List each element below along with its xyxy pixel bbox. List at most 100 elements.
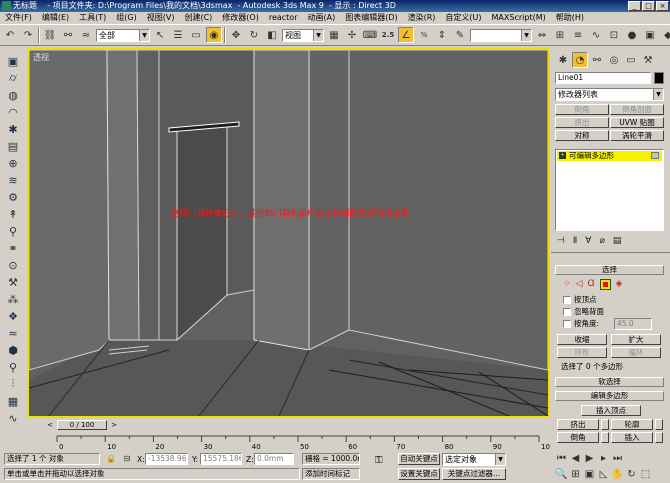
menu-modifiers[interactable]: 修改器(O) — [217, 12, 264, 24]
lock-selection-icon[interactable]: 🔒 — [104, 452, 118, 465]
maximize-button[interactable]: □ — [642, 1, 655, 11]
orbit-icon[interactable]: ↻ — [625, 468, 638, 480]
configure-sets-icon[interactable]: ▤ — [613, 236, 622, 246]
time-prev-button[interactable]: < — [45, 420, 55, 430]
rigid-body-icon[interactable]: ⬢ — [4, 343, 22, 357]
track-bar[interactable]: 0 10 20 30 40 50 60 70 80 90 100 — [27, 432, 554, 452]
grow-button[interactable]: 扩大 — [611, 334, 661, 345]
pin-stack-icon[interactable]: ⊣ — [557, 236, 565, 246]
time-slider[interactable]: < 0 / 100 > — [27, 419, 550, 431]
selected-set-dropdown[interactable]: 选定对象 ▼ — [442, 453, 506, 466]
maximize-viewport-icon[interactable]: ⬚ — [639, 468, 652, 480]
mod-bevel-button[interactable]: 倒角 — [555, 104, 609, 115]
soft-selection-rollout-header[interactable]: 软选择 — [555, 377, 664, 387]
shrink-button[interactable]: 收缩 — [557, 334, 607, 345]
polygon-level-icon[interactable] — [599, 279, 611, 290]
create-sphere-icon[interactable]: ◍ — [4, 88, 22, 102]
utilities-tab-icon[interactable]: ⚒ — [640, 52, 656, 68]
key-icon[interactable]: ⚿ — [375, 456, 383, 466]
add-time-tag[interactable]: 添加时间标记 — [302, 468, 360, 480]
menu-views[interactable]: 视图(V) — [142, 12, 180, 24]
biped-icon[interactable]: ⚲ — [4, 360, 22, 374]
select-rotate-icon[interactable]: ↻ — [246, 27, 262, 43]
align-icon[interactable]: ⊞ — [552, 27, 568, 43]
z-coordinate-field[interactable]: 0.0mm — [254, 453, 294, 465]
pan-icon[interactable]: ✋ — [611, 468, 624, 480]
render-scene-icon[interactable]: ▣ — [642, 27, 658, 43]
rectangular-selection-icon[interactable]: ▭ — [188, 27, 204, 43]
remove-modifier-icon[interactable]: ⌀ — [599, 236, 604, 246]
select-manipulate-icon[interactable]: ✢ — [344, 27, 360, 43]
material-editor-icon[interactable]: ● — [624, 27, 640, 43]
modifier-list-dropdown[interactable]: 修改器列表 ▼ — [555, 88, 664, 101]
menu-tools[interactable]: 工具(T) — [74, 12, 111, 24]
inset-button[interactable]: 插入 — [611, 432, 653, 443]
select-by-name-icon[interactable]: ☰ — [170, 27, 186, 43]
edit-named-selection-icon[interactable]: ✎ — [452, 27, 468, 43]
bevel-button[interactable]: 倒角 — [557, 432, 599, 443]
create-shape-icon[interactable]: ◠ — [4, 105, 22, 119]
time-slider-thumb[interactable]: 0 / 100 — [57, 420, 107, 430]
perspective-viewport[interactable]: 透视 这样门洞就做好了，其他的门洞和窗户都用相同的方法制作出来 — [27, 48, 550, 418]
mod-extrude-button[interactable]: 挤出 — [555, 117, 609, 128]
utilities-icon[interactable]: ⚒ — [4, 275, 22, 289]
expand-icon[interactable]: + — [559, 152, 566, 159]
mod-turbosmooth-button[interactable]: 涡轮平滑 — [610, 130, 664, 141]
vertex-level-icon[interactable]: ⁘ — [563, 279, 571, 290]
create-cylinder-icon[interactable]: ⌭ — [4, 71, 22, 85]
snap-toggle-icon[interactable]: 2.5 — [380, 27, 396, 43]
absolute-mode-icon[interactable]: ⊟ — [120, 452, 134, 465]
menu-group[interactable]: 组(G) — [111, 12, 141, 24]
dynamics-icon[interactable]: ❖ — [4, 309, 22, 323]
by-vertex-checkbox[interactable] — [563, 296, 571, 304]
hierarchy-tab-icon[interactable]: ⚯ — [589, 52, 605, 68]
zoom-extents-icon[interactable]: ▣ — [583, 468, 596, 480]
mod-symmetry-button[interactable]: 对称 — [555, 130, 609, 141]
motion-tab-icon[interactable]: ◎ — [606, 52, 622, 68]
create-light-icon[interactable]: ✱ — [4, 122, 22, 136]
previous-frame-icon[interactable]: ◀ — [569, 452, 582, 464]
minimize-button[interactable]: _ — [628, 1, 641, 11]
zoom-all-icon[interactable]: ⊞ — [569, 468, 582, 480]
time-next-button[interactable]: > — [109, 420, 119, 430]
element-level-icon[interactable]: ◈ — [616, 279, 623, 290]
menu-file[interactable]: 文件(F) — [0, 12, 37, 24]
go-to-start-icon[interactable]: ⏮ — [555, 452, 568, 464]
bones-icon[interactable]: ⫶ — [4, 377, 22, 391]
modifier-icon[interactable]: ↟ — [4, 207, 22, 221]
border-level-icon[interactable]: Ɑ — [587, 279, 594, 290]
menu-create[interactable]: 创建(C) — [179, 12, 217, 24]
stack-item-editable-poly[interactable]: + 可编辑多边形 — [557, 151, 662, 161]
zoom-icon[interactable]: 🔍 — [555, 468, 568, 480]
outline-settings-icon[interactable] — [655, 419, 663, 430]
link-icon[interactable]: ⛓ — [42, 27, 58, 43]
mod-bevel-profile-button[interactable]: 倒角剖面 — [610, 104, 664, 115]
create-tab-icon[interactable]: ✱ — [555, 52, 571, 68]
selection-rollout-header[interactable]: 选择 — [555, 265, 664, 275]
menu-graph-editors[interactable]: 图表编辑器(D) — [340, 12, 402, 24]
spacewarp-icon[interactable]: ≋ — [4, 173, 22, 187]
menu-reactor[interactable]: reactor — [264, 12, 303, 24]
undo-icon[interactable]: ↶ — [2, 27, 18, 43]
go-to-end-icon[interactable]: ⏭ — [611, 452, 624, 464]
viewport-label[interactable]: 透视 — [33, 52, 49, 63]
show-end-result-icon[interactable]: Ⅱ — [573, 236, 577, 246]
pivot-center-icon[interactable]: ▦ — [326, 27, 342, 43]
create-camera-icon[interactable]: ▤ — [4, 139, 22, 153]
redo-icon[interactable]: ↷ — [20, 27, 36, 43]
menu-animation[interactable]: 动画(A) — [302, 12, 340, 24]
x-coordinate-field[interactable]: -13538.96 — [145, 453, 188, 465]
hierarchy-icon[interactable]: ⚲ — [4, 224, 22, 238]
edge-level-icon[interactable]: ◁ — [576, 279, 583, 290]
set-key-button[interactable]: 设置关键点 — [398, 468, 440, 480]
angle-snap-icon[interactable]: ∠ — [398, 27, 414, 43]
create-box-icon[interactable]: ▣ — [4, 54, 22, 68]
create-helper-icon[interactable]: ⊕ — [4, 156, 22, 170]
layer-manager-icon[interactable]: ≡ — [570, 27, 586, 43]
curve-editor-icon[interactable]: ∿ — [588, 27, 604, 43]
spinner-snap-icon[interactable]: ⇕ — [434, 27, 450, 43]
object-color-swatch[interactable] — [654, 72, 664, 84]
ring-button[interactable]: 环形 — [557, 347, 607, 358]
loop-button[interactable]: 循环 — [611, 347, 661, 358]
auto-key-button[interactable]: 自动关键点 — [398, 453, 440, 465]
